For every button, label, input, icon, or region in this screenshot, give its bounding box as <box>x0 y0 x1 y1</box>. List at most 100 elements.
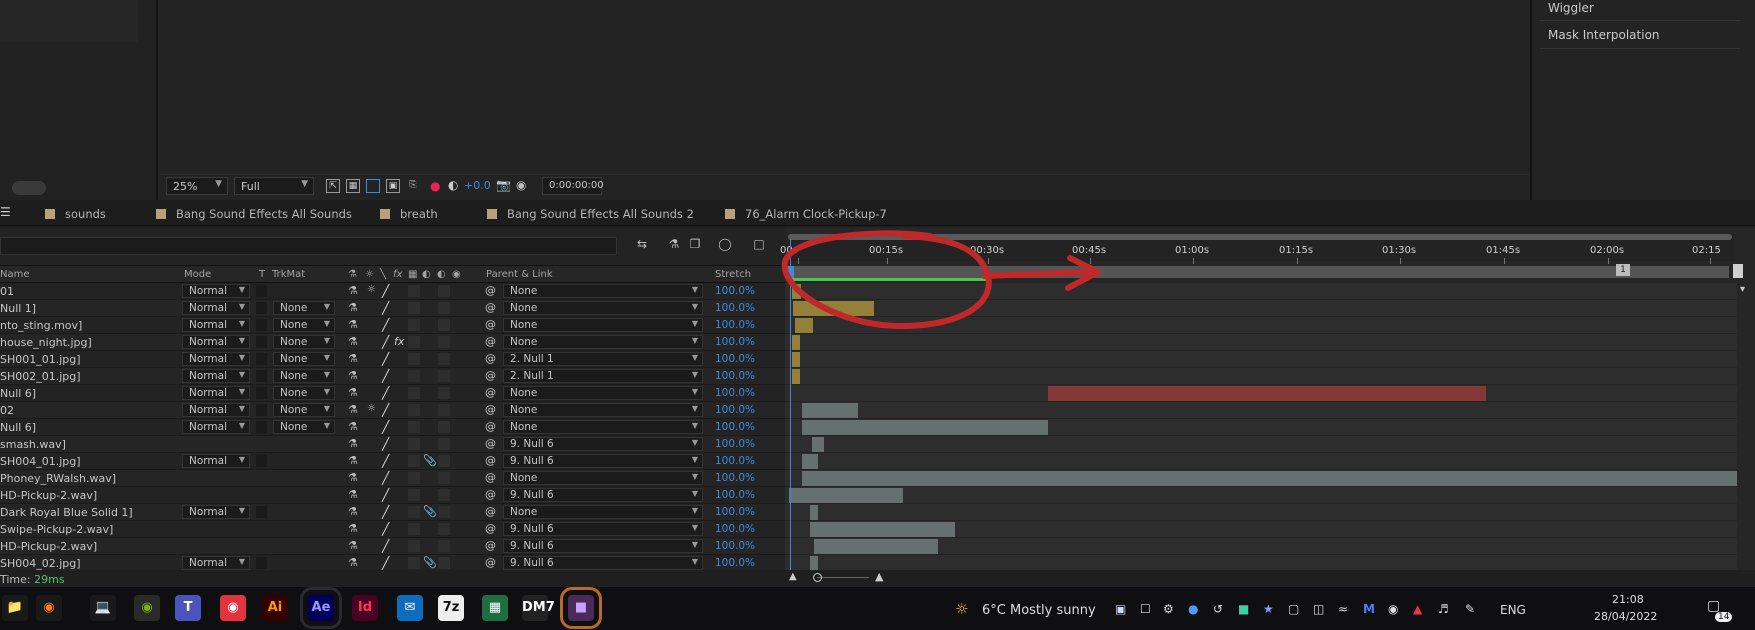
layer-duration-bar[interactable] <box>810 556 818 571</box>
taskbar-app-id-icon[interactable]: Id <box>352 595 378 621</box>
graph-editor-icon[interactable]: □ <box>750 237 768 253</box>
tray-icon-3[interactable]: ⚙ <box>1163 602 1174 616</box>
switch-box[interactable] <box>408 523 420 535</box>
zoom-dropdown[interactable]: 25% ▼ <box>166 177 228 195</box>
track-matte-dropdown[interactable]: None ▼ <box>273 420 335 434</box>
quality-switch-icon[interactable]: ╱ <box>382 369 389 383</box>
layer-duration-bar[interactable] <box>802 454 818 469</box>
pick-whip-icon[interactable]: @ <box>485 369 496 382</box>
track-row[interactable] <box>785 453 1737 470</box>
pick-whip-icon[interactable]: @ <box>485 335 496 348</box>
track-matte-dropdown[interactable]: None ▼ <box>273 386 335 400</box>
parent-dropdown[interactable]: 9. Null 6 ▼ <box>503 488 703 502</box>
layer-name[interactable]: Phoney_RWalsh.wav] <box>0 472 116 485</box>
switch-box[interactable] <box>438 285 450 297</box>
layer-row[interactable]: Null 6] Normal ▼ None ▼ ⚗ ╱ @ None ▼ 100.0% <box>0 385 785 402</box>
quality-switch-icon[interactable]: ╱ <box>382 505 389 519</box>
parent-dropdown[interactable]: None ▼ <box>503 403 703 417</box>
layer-name[interactable]: Null 1] <box>0 302 36 315</box>
taskbar-app-explorer-icon[interactable]: 💻 <box>90 595 116 621</box>
shy-switch-icon[interactable]: ⚗ <box>348 369 358 382</box>
layer-name[interactable]: SH002_01.jpg] <box>0 370 81 383</box>
effects-switch-icon[interactable]: fx <box>394 335 404 348</box>
pick-whip-icon[interactable]: @ <box>485 522 496 535</box>
track-row[interactable] <box>785 317 1737 334</box>
switch-box[interactable] <box>408 404 420 416</box>
taskbar-app-outlook-icon[interactable]: ✉ <box>397 595 423 621</box>
effects-icon[interactable]: fx <box>393 269 402 280</box>
tab-breath[interactable]: breath <box>380 207 438 221</box>
quality-switch-icon[interactable]: ╱ <box>382 539 389 553</box>
shy-switch-icon[interactable]: ⚗ <box>348 403 358 416</box>
tray-icon-m[interactable]: M <box>1363 602 1375 616</box>
layer-name[interactable]: SH004_02.jpg] <box>0 557 81 570</box>
taskbar-app-dm7-icon[interactable]: DM7 <box>522 595 555 621</box>
switch-box[interactable] <box>408 455 420 467</box>
layer-duration-bar[interactable] <box>812 437 824 452</box>
shy-switch-icon[interactable]: ⚗ <box>348 386 358 399</box>
parent-dropdown[interactable]: None ▼ <box>503 505 703 519</box>
blend-mode-dropdown[interactable]: Normal ▼ <box>182 505 250 519</box>
stretch-value[interactable]: 100.0% <box>715 523 755 535</box>
stretch-value[interactable]: 100.0% <box>715 319 755 331</box>
switch-box[interactable] <box>438 302 450 314</box>
layer-name[interactable]: smash.wav] <box>0 438 66 451</box>
stretch-value[interactable]: 100.0% <box>715 472 755 484</box>
exposure-value[interactable]: +0.0 <box>464 179 491 192</box>
preserve-transparency-toggle[interactable] <box>256 387 267 399</box>
stretch-value[interactable]: 100.0% <box>715 404 755 416</box>
switch-box[interactable] <box>438 455 450 467</box>
quality-switch-icon[interactable]: ╱ <box>382 386 389 400</box>
stretch-value[interactable]: 100.0% <box>715 387 755 399</box>
track-matte-dropdown[interactable]: None ▼ <box>273 369 335 383</box>
layer-search-input[interactable] <box>0 237 617 255</box>
pick-whip-icon[interactable]: @ <box>485 301 496 314</box>
track-row[interactable] <box>785 300 1737 317</box>
tray-icon-7[interactable]: ★ <box>1263 602 1274 616</box>
parent-dropdown[interactable]: 9. Null 6 ▼ <box>503 454 703 468</box>
grid-icon[interactable]: ⎘ <box>406 179 420 193</box>
safe-margins-icon[interactable]: ▣ <box>386 179 400 193</box>
pick-whip-icon[interactable]: @ <box>485 284 496 297</box>
zoom-out-icon[interactable]: ▲ <box>789 571 797 582</box>
track-matte-dropdown[interactable]: None ▼ <box>273 335 335 349</box>
language-indicator[interactable]: ENG <box>1500 603 1526 617</box>
audio-link-icon[interactable]: 📎 <box>423 556 437 569</box>
parent-dropdown[interactable]: None ▼ <box>503 284 703 298</box>
blend-mode-dropdown[interactable]: Normal ▼ <box>182 454 250 468</box>
quality-switch-icon[interactable]: ╱ <box>382 522 389 536</box>
layer-name[interactable]: SH004_01.jpg] <box>0 455 81 468</box>
3d-icon[interactable]: ◉ <box>452 269 461 280</box>
blend-mode-dropdown[interactable]: Normal ▼ <box>182 420 250 434</box>
pen-icon[interactable]: ✎ <box>1465 602 1475 616</box>
pick-whip-icon[interactable]: @ <box>485 386 496 399</box>
track-row[interactable] <box>785 436 1737 453</box>
pick-whip-icon[interactable]: @ <box>485 539 496 552</box>
zoom-in-icon[interactable]: ▲ <box>875 570 883 583</box>
switch-box[interactable] <box>438 353 450 365</box>
tab-bang-sound-effects-2[interactable]: Bang Sound Effects All Sounds 2 <box>487 207 694 221</box>
layer-duration-bar[interactable] <box>802 471 1737 486</box>
layer-row[interactable]: 01 Normal ▼ ⚗ ☼ ╱ @ None ▼ 100.0% <box>0 283 785 300</box>
switch-box[interactable] <box>408 302 420 314</box>
switch-box[interactable] <box>438 506 450 518</box>
parent-dropdown[interactable]: 2. Null 1 ▼ <box>503 369 703 383</box>
stretch-value[interactable]: 100.0% <box>715 455 755 467</box>
collapse-switch-icon[interactable]: ☼ <box>367 403 376 414</box>
preserve-transparency-toggle[interactable] <box>256 353 267 365</box>
switch-box[interactable] <box>438 438 450 450</box>
layer-duration-bar[interactable] <box>810 505 818 520</box>
stretch-value[interactable]: 100.0% <box>715 302 755 314</box>
layer-name[interactable]: HD-Pickup-2.wav] <box>0 489 97 502</box>
track-row[interactable] <box>785 487 1737 504</box>
shy-switch-icon[interactable]: ⚗ <box>348 335 358 348</box>
switch-box[interactable] <box>408 438 420 450</box>
quality-switch-icon[interactable]: ╱ <box>382 284 389 298</box>
track-row[interactable] <box>785 385 1737 402</box>
pick-whip-icon[interactable]: @ <box>485 505 496 518</box>
layer-name[interactable]: Dark Royal Blue Solid 1] <box>0 506 133 519</box>
motion-blur-col-icon[interactable]: ◐ <box>422 269 431 280</box>
preserve-transparency-toggle[interactable] <box>256 336 267 348</box>
preserve-transparency-toggle[interactable] <box>256 421 267 433</box>
layer-duration-bar[interactable] <box>793 301 874 316</box>
